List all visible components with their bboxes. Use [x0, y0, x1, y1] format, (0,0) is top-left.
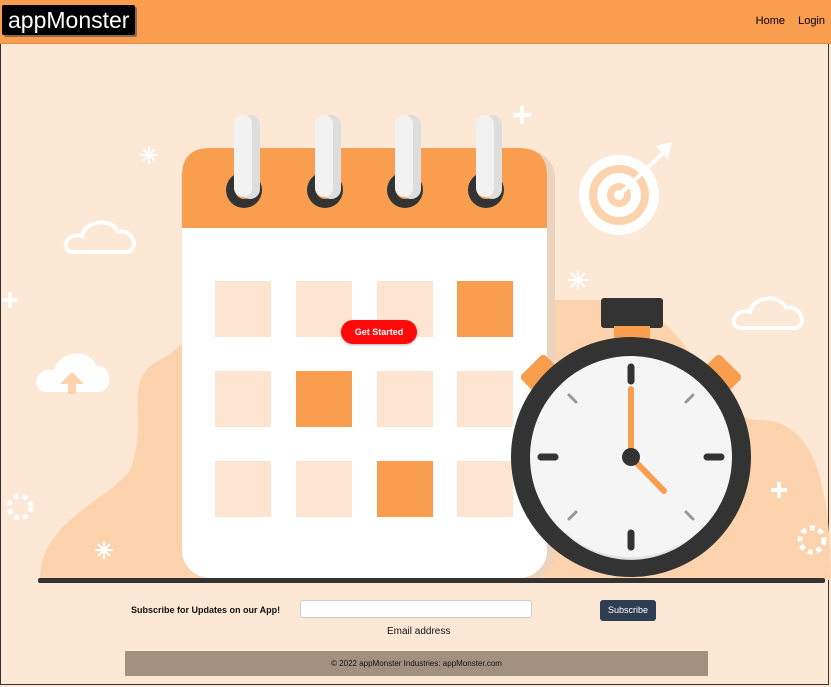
upload-cloud-icon [36, 353, 110, 394]
email-caption: Email address [387, 626, 451, 637]
brand-logo[interactable]: appMonster [2, 5, 136, 35]
cloud-icon [731, 296, 804, 330]
nav-home-link[interactable]: Home [756, 15, 785, 27]
cloud-icon [63, 220, 136, 254]
target-icon [579, 142, 672, 235]
nav-links: Home Login [746, 15, 825, 27]
hero-artwork [2, 106, 831, 583]
sparkle-icon [568, 270, 588, 290]
top-navbar: appMonster Home Login [0, 0, 831, 44]
get-started-button[interactable]: Get Started [341, 320, 417, 344]
subscribe-button[interactable]: Subscribe [600, 600, 656, 621]
nav-login-link[interactable]: Login [798, 15, 825, 27]
hero-illustration [0, 44, 831, 584]
gear-icon [6, 493, 34, 521]
floor-line [38, 578, 825, 583]
footer: © 2022 appMonster Industries: appMonster… [125, 651, 708, 676]
plus-icon [513, 106, 531, 124]
subscribe-label: Subscribe for Updates on our App! [131, 605, 281, 615]
subscribe-section: Subscribe for Updates on our App! Email … [0, 597, 831, 637]
email-input[interactable] [300, 600, 532, 618]
sparkle-icon [140, 146, 158, 164]
plus-icon [2, 292, 18, 308]
calendar-icon [182, 115, 555, 580]
